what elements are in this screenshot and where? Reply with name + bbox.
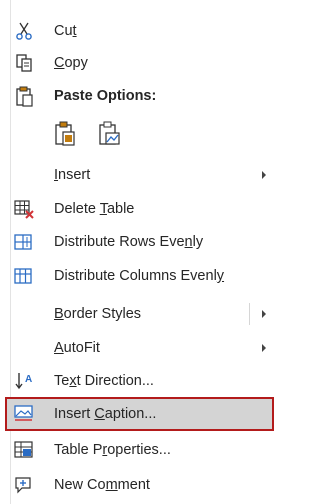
submenu-arrow-icon [262, 344, 266, 352]
context-menu: Cut Copy Paste Options: Insert Delete Ta… [0, 0, 279, 504]
distribute-rows-icon [12, 230, 36, 254]
menu-item-border-styles[interactable]: Border Styles [0, 297, 279, 331]
text-direction-icon: A [12, 369, 36, 393]
menu-item-label: Distribute Columns Evenly [54, 268, 225, 284]
delete-table-icon [12, 197, 36, 221]
menu-item-table-properties[interactable]: Table Properties... [0, 433, 279, 467]
menu-item-distribute-columns[interactable]: Distribute Columns Evenly [0, 259, 279, 293]
menu-item-insert[interactable]: Insert [0, 158, 279, 192]
menu-item-label: Table Properties... [54, 442, 171, 458]
submenu-arrow-icon[interactable] [260, 309, 268, 319]
menu-item-distribute-rows[interactable]: Distribute Rows Evenly [0, 225, 279, 259]
menu-item-label: Distribute Rows Evenly [54, 234, 204, 250]
menu-item-label: Text Direction... [54, 373, 154, 389]
paste-options-header: Paste Options: [0, 79, 279, 113]
menu-item-label: Cut [54, 23, 77, 39]
distribute-columns-icon [12, 264, 36, 288]
paste-options-label: Paste Options: [54, 88, 157, 104]
insert-caption-icon [12, 402, 36, 426]
scissors-icon [12, 19, 36, 43]
submenu-arrow-icon [262, 171, 266, 179]
paste-keep-formatting-icon[interactable] [52, 120, 78, 148]
menu-item-new-comment[interactable]: New Comment [0, 468, 279, 502]
menu-item-label: Insert Caption... [54, 406, 157, 422]
paste-icon [12, 84, 36, 108]
menu-item-text-direction[interactable]: A Text Direction... [0, 364, 279, 398]
menu-item-label: Delete Table [54, 201, 135, 217]
menu-item-autofit[interactable]: AutoFit [0, 331, 279, 365]
menu-item-cut[interactable]: Cut [0, 14, 279, 48]
menu-item-label: Border Styles [54, 306, 142, 322]
copy-icon [12, 51, 36, 75]
menu-item-copy[interactable]: Copy [0, 46, 279, 80]
paste-picture-icon[interactable] [96, 120, 122, 148]
table-properties-icon [12, 438, 36, 462]
split-button-divider [249, 303, 250, 325]
new-comment-icon [12, 473, 36, 497]
menu-item-label: New Comment [54, 477, 150, 493]
menu-item-delete-table[interactable]: Delete Table [0, 192, 279, 226]
menu-item-label: Copy [54, 55, 88, 71]
menu-item-label: Insert [54, 167, 91, 183]
svg-text:A: A [25, 374, 32, 385]
menu-item-insert-caption[interactable]: Insert Caption... [0, 397, 279, 431]
menu-item-label: AutoFit [54, 340, 100, 356]
paste-options-row [0, 114, 279, 154]
